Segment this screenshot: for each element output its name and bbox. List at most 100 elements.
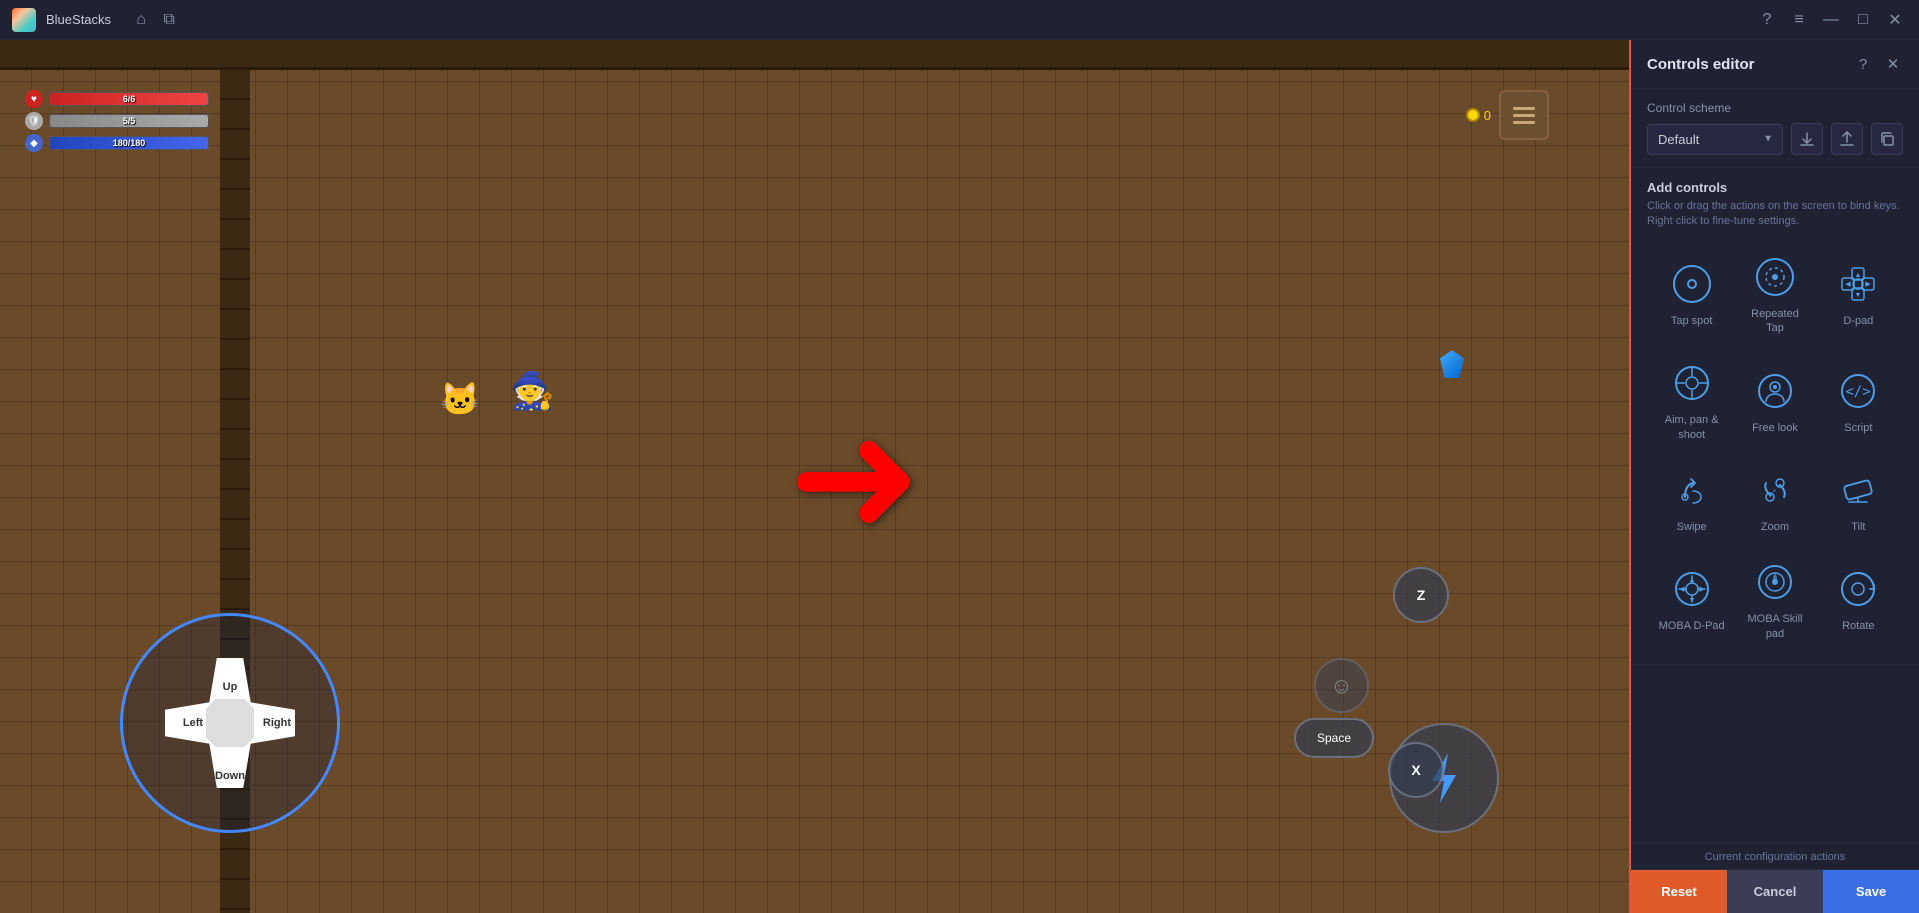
controls-grid: Tap spot Repeated Tap — [1647, 242, 1903, 652]
health-icon: ♥ — [25, 90, 43, 108]
control-tap-spot[interactable]: Tap spot — [1651, 242, 1732, 347]
tilt-icon — [1837, 469, 1879, 511]
swipe-icon-wrap — [1670, 468, 1714, 512]
bluestacks-logo — [12, 8, 36, 32]
window-icon[interactable]: ⧉ — [157, 8, 181, 32]
rotate-icon — [1837, 568, 1879, 610]
home-icon[interactable]: ⌂ — [129, 8, 153, 32]
z-button[interactable]: Z — [1393, 567, 1449, 623]
control-dpad[interactable]: ▲ ▼ ◀ ▶ D-pad — [1818, 242, 1899, 347]
cat-character: 🐱 — [440, 380, 480, 418]
stamina-bar-container: 🛡 5/5 — [25, 112, 209, 130]
controls-header-icons: ? ✕ — [1853, 54, 1903, 74]
controls-title: Controls editor — [1647, 56, 1755, 73]
title-bar: BlueStacks ⌂ ⧉ ? ≡ — □ ✕ — [0, 0, 1919, 40]
space-button[interactable]: Space — [1294, 718, 1374, 758]
current-config-label: Current configuration actions — [1631, 843, 1919, 869]
scheme-copy-btn[interactable] — [1871, 123, 1903, 155]
control-tilt[interactable]: Tilt — [1818, 455, 1899, 545]
controls-close-icon[interactable]: ✕ — [1883, 54, 1903, 74]
dpad-center — [206, 699, 254, 747]
menu-line-1 — [1513, 107, 1535, 110]
coin-value: 0 — [1484, 108, 1491, 123]
zoom-icon-wrap — [1753, 468, 1797, 512]
free-look-icon — [1754, 370, 1796, 412]
controls-panel: Controls editor ? ✕ Control scheme Defau… — [1629, 40, 1919, 913]
svg-text:▶: ▶ — [1866, 281, 1872, 288]
script-label: Script — [1844, 421, 1872, 435]
export-icon — [1839, 131, 1855, 147]
svg-text:▲: ▲ — [1855, 272, 1862, 279]
scheme-export-btn[interactable] — [1831, 123, 1863, 155]
repeated-tap-label: Repeated Tap — [1741, 307, 1808, 336]
stamina-value: 5/5 — [123, 116, 136, 126]
game-menu-button[interactable] — [1499, 90, 1549, 140]
control-free-look[interactable]: Free look — [1734, 348, 1815, 453]
menu-icon[interactable]: ≡ — [1787, 8, 1811, 32]
maximize-icon[interactable]: □ — [1851, 8, 1875, 32]
moba-dpad-icon: ▲ ▼ ◀ ▶ — [1671, 568, 1713, 610]
menu-line-3 — [1513, 121, 1535, 124]
controls-bottom: Current configuration actions Reset Canc… — [1631, 842, 1919, 913]
aim-icon — [1671, 362, 1713, 404]
controls-help-icon[interactable]: ? — [1853, 54, 1873, 74]
repeated-tap-icon — [1754, 256, 1796, 298]
stamina-bar-bg: 5/5 — [49, 114, 209, 128]
rotate-icon-wrap — [1836, 567, 1880, 611]
menu-line-2 — [1513, 114, 1535, 117]
svg-text:</>: </> — [1846, 384, 1871, 400]
dpad-container[interactable]: Up Down Left Right — [120, 613, 340, 833]
add-controls-section: Add controls Click or drag the actions o… — [1631, 168, 1919, 665]
close-icon[interactable]: ✕ — [1883, 8, 1907, 32]
scheme-select-wrapper[interactable]: Default — [1647, 124, 1783, 155]
control-moba-skill-pad[interactable]: MOBA Skill pad — [1734, 547, 1815, 652]
zoom-icon — [1754, 469, 1796, 511]
control-repeated-tap[interactable]: Repeated Tap — [1734, 242, 1815, 347]
tilt-label: Tilt — [1851, 520, 1865, 534]
control-swipe[interactable]: Swipe — [1651, 455, 1732, 545]
controls-scroll[interactable]: Control scheme Default — [1631, 89, 1919, 842]
add-controls-desc: Click or drag the actions on the screen … — [1647, 199, 1903, 230]
dpad-label: D-pad — [1843, 314, 1873, 328]
coin-icon — [1466, 108, 1480, 122]
scheme-import-btn[interactable] — [1791, 123, 1823, 155]
game-hud: ♥ 6/6 🛡 5/5 ◆ 180/180 — [25, 90, 209, 152]
script-icon: </> — [1837, 370, 1879, 412]
mana-value: 180/180 — [113, 138, 146, 148]
mana-icon: ◆ — [25, 134, 43, 152]
reset-button[interactable]: Reset — [1631, 870, 1727, 913]
minimize-icon[interactable]: — — [1819, 8, 1843, 32]
cancel-button[interactable]: Cancel — [1727, 870, 1823, 913]
coin-display: 0 — [1466, 108, 1491, 123]
main-area: ♥ 6/6 🛡 5/5 ◆ 180/180 — [0, 40, 1919, 913]
control-script[interactable]: </> Script — [1818, 348, 1899, 453]
dpad-cross: Up Down Left Right — [165, 658, 295, 788]
control-scheme-section: Control scheme Default — [1631, 89, 1919, 168]
rotate-label: Rotate — [1842, 619, 1874, 633]
dpad-control-icon: ▲ ▼ ◀ ▶ — [1837, 263, 1879, 305]
copy-icon — [1879, 131, 1895, 147]
aim-pan-shoot-label: Aim, pan & shoot — [1658, 413, 1725, 442]
hud-top-right: 0 — [1466, 90, 1549, 140]
control-zoom[interactable]: Zoom — [1734, 455, 1815, 545]
add-controls-title: Add controls — [1647, 180, 1903, 195]
aim-icon-wrap — [1670, 361, 1714, 405]
mana-bar-container: ◆ 180/180 — [25, 134, 209, 152]
smiley-button[interactable]: ☺ — [1314, 658, 1369, 713]
tap-spot-icon — [1671, 263, 1713, 305]
free-look-icon-wrap — [1753, 369, 1797, 413]
help-icon[interactable]: ? — [1755, 8, 1779, 32]
dpad-icon-wrap: ▲ ▼ ◀ ▶ — [1836, 262, 1880, 306]
save-button[interactable]: Save — [1823, 870, 1919, 913]
zoom-label: Zoom — [1761, 520, 1789, 534]
control-moba-dpad[interactable]: ▲ ▼ ◀ ▶ MOBA D-Pad — [1651, 547, 1732, 652]
control-rotate[interactable]: Rotate — [1818, 547, 1899, 652]
x-button-container: X — [1388, 742, 1444, 798]
free-look-label: Free look — [1752, 421, 1798, 435]
control-aim-pan-shoot[interactable]: Aim, pan & shoot — [1651, 348, 1732, 453]
player-character: 🧙 — [510, 370, 555, 412]
game-area: ♥ 6/6 🛡 5/5 ◆ 180/180 — [0, 40, 1629, 913]
scheme-select[interactable]: Default — [1647, 124, 1783, 155]
x-button[interactable]: X — [1388, 742, 1444, 798]
scheme-row: Default — [1647, 123, 1903, 155]
